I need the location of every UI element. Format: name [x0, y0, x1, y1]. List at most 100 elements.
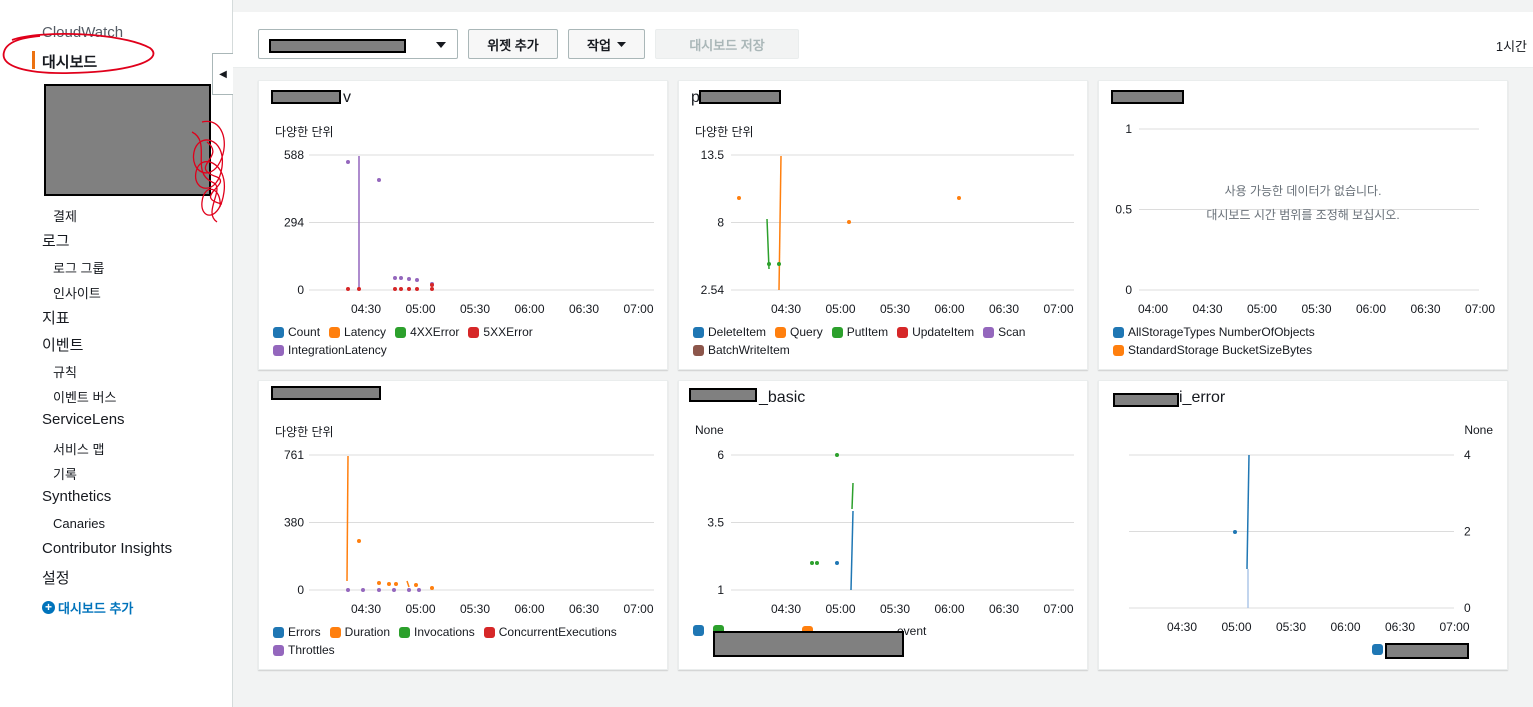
time-range-selector[interactable]: 1시간: [1496, 36, 1527, 55]
x-tick-label: 07:00: [1043, 602, 1073, 616]
legend-label: ConcurrentExecutions: [498, 625, 617, 639]
legend-item[interactable]: Scan: [983, 325, 1025, 339]
y-tick-label: 2.54: [701, 283, 725, 297]
legend-item[interactable]: UpdateItem: [897, 325, 974, 339]
series-line: [766, 218, 770, 270]
save-dashboard-button[interactable]: 대시보드 저장: [655, 29, 799, 59]
data-point: [377, 581, 381, 585]
triangle-left-icon: ◀: [219, 68, 227, 80]
red-annotation-circle: [2, 32, 155, 74]
legend-item[interactable]: Invocations: [399, 625, 475, 639]
data-point: [407, 287, 411, 291]
sidebar-item[interactable]: 인사이트: [53, 283, 101, 302]
unit-label: 다양한 단위: [275, 125, 334, 139]
caret-down-icon: [616, 41, 626, 47]
sidebar-item[interactable]: 지표: [42, 307, 70, 328]
legend-item[interactable]: Throttles: [273, 643, 335, 657]
sidebar-item[interactable]: Synthetics: [42, 488, 111, 505]
x-tick-label: 05:00: [405, 602, 435, 616]
legend-item[interactable]: IntegrationLatency: [273, 343, 387, 357]
legend-item[interactable]: 5XXError: [468, 325, 533, 339]
redaction-box: [713, 631, 904, 657]
sidebar-item[interactable]: 설정: [42, 567, 70, 588]
legend-item[interactable]: DeleteItem: [693, 325, 766, 339]
legend-item[interactable]: Errors: [273, 625, 321, 639]
legend-item[interactable]: Count: [273, 325, 320, 339]
data-point: [357, 539, 361, 543]
data-point: [1233, 530, 1237, 534]
sidebar-item[interactable]: Contributor Insights: [42, 540, 172, 557]
data-point: [430, 586, 434, 590]
no-data-hint: 대시보드 시간 범위를 조정해 보십시오.: [1206, 208, 1400, 222]
sidebar-item[interactable]: 로그: [42, 230, 70, 251]
legend-item[interactable]: Duration: [329, 625, 391, 639]
legend-label: Throttles: [288, 643, 335, 657]
data-point: [417, 588, 421, 592]
chart-area: 761 380 0 04:30 05:00 05:30 06:00 06:30 07:00: [284, 448, 654, 616]
legend-label: Latency: [344, 325, 387, 339]
legend-label: IntegrationLatency: [288, 343, 387, 357]
widget-basic[interactable]: _basic None 6 3.5 1 04:30 05:00 05:30 06:00 06:…: [678, 380, 1088, 670]
add-dashboard-link[interactable]: + 대시보드 추가: [42, 598, 133, 617]
sidebar-item[interactable]: 이벤트: [42, 334, 83, 355]
x-tick-label: 06:30: [1385, 620, 1415, 634]
legend-swatch: [1113, 344, 1124, 356]
legend-swatch: [273, 344, 284, 356]
legend-swatch: [693, 326, 704, 338]
sidebar-item[interactable]: 로그 그룹: [53, 258, 104, 277]
data-point: [430, 283, 434, 287]
widget-lambda[interactable]: 다양한 단위 761 380 0 04:30 05:00 05:30 06:00 06:30 0…: [258, 380, 668, 670]
legend-label: Errors: [288, 625, 321, 639]
data-point: [407, 588, 411, 592]
legend-swatch: [775, 326, 787, 338]
actions-button[interactable]: 작업: [568, 29, 645, 59]
widget-api-gateway[interactable]: v 다양한 단위 588 294 0 04:30 05:00 05:30 06:00 06:3…: [258, 80, 668, 370]
add-widget-button[interactable]: 위젯 추가: [468, 29, 558, 59]
legend-item[interactable]: 4XXError: [395, 325, 459, 339]
legend-swatch: [1113, 326, 1124, 338]
sidebar-item[interactable]: 서비스 맵: [53, 439, 104, 458]
sidebar-item[interactable]: 이벤트 버스: [53, 387, 116, 406]
data-point: [815, 561, 819, 565]
widget-s3[interactable]: 1 0.5 0 04:00 04:30 05:00 05:30 06:00 06:30 07:00…: [1098, 80, 1508, 370]
y-tick-label: 588: [284, 148, 304, 162]
legend-label: Scan: [998, 325, 1026, 339]
data-point: [387, 582, 391, 586]
data-point: [835, 453, 839, 457]
legend-label: StandardStorage BucketSizeBytes: [1128, 343, 1313, 357]
data-point: [393, 276, 397, 280]
legend-item[interactable]: ConcurrentExecutions: [483, 625, 617, 639]
chart-legend: Errors Duration Invocations ConcurrentExecu…: [273, 625, 653, 657]
legend-item[interactable]: PutItem: [831, 325, 888, 339]
sidebar-item[interactable]: 결제: [53, 206, 77, 225]
x-tick-label: 07:00: [1043, 302, 1073, 316]
legend-item[interactable]: Query: [775, 325, 823, 339]
y-tick-label: 0: [297, 583, 304, 597]
x-tick-label: 05:30: [880, 302, 910, 316]
x-tick-label: 06:00: [514, 302, 544, 316]
x-tick-label: 06:00: [934, 602, 964, 616]
widget-title: v: [343, 89, 351, 106]
sidebar-item[interactable]: ServiceLens: [42, 411, 125, 428]
x-tick-label: 06:30: [569, 302, 599, 316]
dashboard-select[interactable]: [258, 29, 458, 59]
widget-error[interactable]: i_error None 4 2 0 04:30 05:00 05:30 06:00 06:3…: [1098, 380, 1508, 670]
x-tick-label: 07:00: [623, 302, 653, 316]
collapse-sidebar-button[interactable]: ◀: [212, 53, 233, 95]
y-tick-label: 3.5: [707, 516, 724, 530]
legend-item[interactable]: AllStorageTypes NumberOfObjects: [1113, 325, 1315, 339]
legend-swatch: [329, 326, 341, 338]
legend-label: Duration: [344, 625, 391, 639]
sidebar-item[interactable]: Canaries: [53, 516, 105, 531]
chart-legend: Count Latency 4XXError 5XXError IntegrationL…: [273, 325, 653, 357]
widget-dynamodb[interactable]: p B 다양한 단위 13.582.5404:3005:0005:3006:00…: [678, 80, 1088, 370]
x-tick-label: 04:30: [1192, 302, 1222, 316]
sidebar-item[interactable]: 기록: [53, 464, 77, 483]
legend-item[interactable]: StandardStorage BucketSizeBytes: [1113, 343, 1312, 357]
legend-item[interactable]: Latency: [329, 325, 386, 339]
legend-item[interactable]: BatchWriteItem: [693, 343, 790, 357]
data-point: [415, 287, 419, 291]
y-tick-label: 761: [284, 448, 304, 462]
sidebar-item[interactable]: 규칙: [53, 362, 77, 381]
unit-label: None: [1464, 423, 1493, 437]
